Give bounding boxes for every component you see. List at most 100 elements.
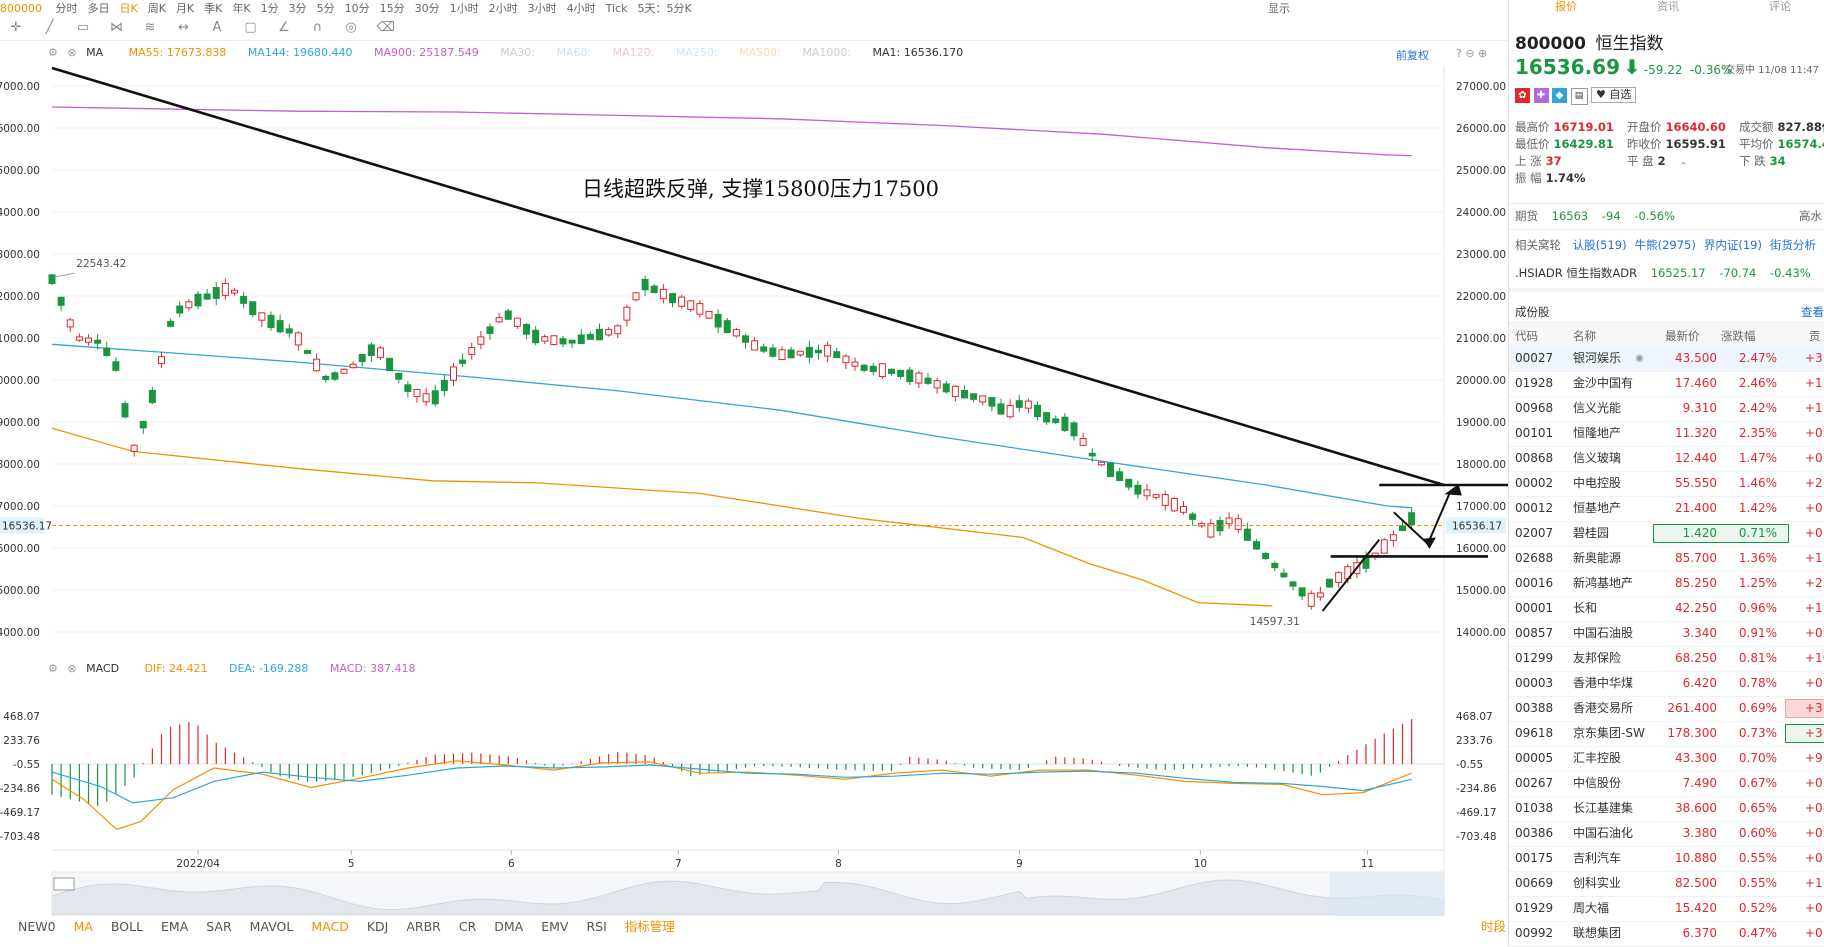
indicator-tab[interactable]: KDJ <box>367 919 389 934</box>
col-pct[interactable]: 涨跌幅 <box>1721 328 1756 344</box>
table-row[interactable]: 00992联想集团6.3700.47%+0.3 <box>1509 921 1824 947</box>
stock-code-tab[interactable]: 800000 <box>0 2 42 14</box>
table-row[interactable]: 01928金沙中国有17.4602.46%+1.9 <box>1509 371 1824 397</box>
indicator-tab[interactable]: CR <box>459 919 476 934</box>
table-row[interactable]: 00968信义光能9.3102.42%+1.7 <box>1509 396 1824 422</box>
table-row[interactable]: 00388香港交易所261.4000.69%+3.9 <box>1509 696 1824 722</box>
indicator-tab[interactable]: RSI <box>586 919 606 934</box>
adr-row[interactable]: .HSIADR 恒生指数ADR 16525.17 -70.74 -0.43% <box>1515 265 1811 281</box>
related-link[interactable]: 认股(519) <box>1573 238 1627 252</box>
indicator-tab[interactable]: MAVOL <box>250 919 294 934</box>
table-row[interactable]: 02688新奥能源85.7001.36%+1.5 <box>1509 546 1824 572</box>
settings-icon[interactable]: ⚙ <box>48 46 58 59</box>
table-row[interactable]: 00005汇丰控股43.3000.70%+9.7 <box>1509 746 1824 772</box>
table-row[interactable]: 00101恒隆地产11.3202.35%+0.8 <box>1509 421 1824 447</box>
table-row[interactable]: 01038长江基建集38.6000.65%+0.2 <box>1509 796 1824 822</box>
tag-icon[interactable]: ◆ <box>1552 88 1567 103</box>
table-row[interactable]: 00267中信股份7.4900.67%+0.6 <box>1509 771 1824 797</box>
eye-icon[interactable]: ◎ <box>343 20 359 36</box>
collapse-icon[interactable]: ⌃ <box>1679 160 1688 173</box>
indicator-tab[interactable]: 指标管理 <box>625 919 675 934</box>
display-menu[interactable]: 显示 <box>1268 0 1290 14</box>
eye-icon[interactable]: ◉ <box>1635 346 1644 371</box>
indicator-tab[interactable]: EMV <box>541 919 568 934</box>
ma-label[interactable]: MA <box>86 46 103 59</box>
note-icon[interactable]: ▤ <box>1571 88 1588 105</box>
channel-tool-icon[interactable]: ≋ <box>142 20 158 36</box>
period-tab[interactable]: 分时 <box>56 2 78 14</box>
fib-tool-icon[interactable]: ⋈ <box>109 20 125 36</box>
period-tab[interactable]: 5分 <box>317 2 335 14</box>
period-tab[interactable]: 15分 <box>380 2 405 14</box>
macd-settings-icon[interactable]: ⚙ <box>48 662 58 675</box>
table-row[interactable]: 00003香港中华煤6.4200.78%+0.9 <box>1509 671 1824 697</box>
table-row[interactable]: 01929周大福15.4200.52%+0.2 <box>1509 896 1824 922</box>
table-row[interactable]: 00027银河娱乐43.5002.47%+3.7◉ <box>1509 346 1824 372</box>
adjust-toggle[interactable]: 前复权 <box>1396 47 1429 63</box>
period-tab[interactable]: Tick <box>606 2 628 14</box>
tab-news[interactable]: 资讯 <box>1657 0 1679 14</box>
time-segment-button[interactable]: 时段 <box>1481 916 1506 935</box>
indicator-tab[interactable]: EMA <box>161 919 188 934</box>
tab-quote[interactable]: 报价 <box>1555 0 1577 14</box>
table-row[interactable]: 01299友邦保险68.2500.81%+10.9 <box>1509 646 1824 672</box>
period-tab[interactable]: 3分 <box>289 2 307 14</box>
indicator-tab[interactable]: NEW0 <box>18 919 56 934</box>
col-price[interactable]: 最新价 <box>1665 328 1700 344</box>
trash-icon[interactable]: ⌫ <box>377 20 393 36</box>
table-row[interactable]: 00001长和42.2500.96%+1.7 <box>1509 596 1824 622</box>
hk-icon[interactable]: ✿ <box>1515 88 1530 103</box>
zoom-controls[interactable]: ? ⊖ ⊕ <box>1456 47 1487 60</box>
table-row[interactable]: 00175吉利汽车10.8800.55%+0.6 <box>1509 846 1824 872</box>
indicator-tab[interactable]: SAR <box>206 919 231 934</box>
period-tab[interactable]: 周K <box>148 2 166 14</box>
period-tab[interactable]: 1小时 <box>450 2 479 14</box>
rect-tool-icon[interactable]: ▭ <box>75 20 91 36</box>
related-link[interactable]: 街货分析 <box>1770 238 1816 252</box>
period-tab[interactable]: 日K <box>120 2 138 14</box>
pen-icon[interactable]: ∠ <box>276 20 292 36</box>
indicator-tab[interactable]: ARBR <box>406 919 441 934</box>
table-row[interactable]: 00012恒基地产21.4001.42%+0.7 <box>1509 496 1824 522</box>
magnet-icon[interactable]: ∩ <box>310 20 326 36</box>
col-contrib[interactable]: 贡 <box>1809 328 1821 344</box>
period-tab[interactable]: 2小时 <box>489 2 518 14</box>
table-row[interactable]: 09618京东集团-SW178.3000.73%+3.5 <box>1509 721 1824 747</box>
related-link[interactable]: 界内证(19) <box>1704 238 1762 252</box>
table-row[interactable]: 02007碧桂园1.4200.71%+0.2 <box>1509 521 1824 547</box>
col-name[interactable]: 名称 <box>1573 328 1596 344</box>
period-tab[interactable]: 1分 <box>261 2 279 14</box>
period-tab[interactable]: 月K <box>176 2 194 14</box>
table-row[interactable]: 00669创科实业82.5000.55%+1.1 <box>1509 871 1824 897</box>
indicator-tab[interactable]: BOLL <box>111 919 143 934</box>
text-tool-icon[interactable]: A <box>209 20 225 36</box>
period-tab[interactable]: 年K <box>232 2 250 14</box>
table-row[interactable]: 00386中国石油化3.3800.60%+0.8 <box>1509 821 1824 847</box>
table-row[interactable]: 00868信义玻璃12.4401.47%+0.6 <box>1509 446 1824 472</box>
col-code[interactable]: 代码 <box>1515 328 1538 344</box>
period-tab[interactable]: 5天：5分K <box>637 2 691 14</box>
period-tab[interactable]: 多日 <box>88 2 110 14</box>
plugin-icon[interactable]: ✚ <box>1534 88 1549 103</box>
line-tool-icon[interactable]: ╱ <box>42 20 58 36</box>
arrow-tool-icon[interactable]: ↔ <box>176 20 192 36</box>
comment-icon[interactable]: ▢ <box>243 20 259 36</box>
indicator-tab[interactable]: MA <box>74 919 93 934</box>
tab-comments[interactable]: 评论 <box>1769 0 1791 14</box>
table-row[interactable]: 00857中国石油股3.3400.91%+0.6 <box>1509 621 1824 647</box>
period-tab[interactable]: 3小时 <box>528 2 557 14</box>
period-tab[interactable]: 4小时 <box>567 2 596 14</box>
macd-label[interactable]: MACD <box>86 662 119 675</box>
period-tab[interactable]: 10分 <box>345 2 370 14</box>
close-icon[interactable]: ⊗ <box>67 46 76 59</box>
period-tab[interactable]: 季K <box>204 2 222 14</box>
add-favorite-button[interactable]: ♥ 自选 <box>1591 87 1636 103</box>
table-row[interactable]: 00002中电控股55.5501.46%+2.6 <box>1509 471 1824 497</box>
components-more-link[interactable]: 查看 <box>1801 304 1824 320</box>
related-link[interactable]: 牛熊(2975) <box>1635 238 1696 252</box>
macd-close-icon[interactable]: ⊗ <box>67 662 76 675</box>
period-tab[interactable]: 30分 <box>415 2 440 14</box>
indicator-tab[interactable]: MACD <box>311 919 348 934</box>
table-row[interactable]: 00016新鸿基地产85.2501.25%+2.5 <box>1509 571 1824 597</box>
crosshair-icon[interactable]: ✛ <box>8 20 24 36</box>
